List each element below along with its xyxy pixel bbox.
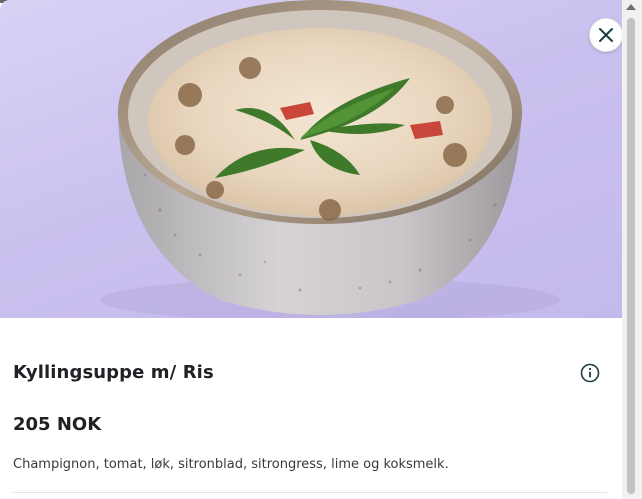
soup-bowl-photo <box>100 0 560 318</box>
close-icon <box>599 28 613 42</box>
item-price: 205 NOK <box>13 414 102 435</box>
scrollbar-thumb[interactable] <box>627 18 635 494</box>
close-button[interactable] <box>589 18 622 52</box>
divider <box>13 492 607 493</box>
item-title: Kyllingsuppe m/ Ris <box>13 362 214 383</box>
item-image <box>0 0 622 318</box>
info-icon <box>580 363 600 383</box>
info-button[interactable] <box>578 361 602 385</box>
item-description: Champignon, tomat, løk, sitronblad, sitr… <box>13 457 449 472</box>
scroll-up-arrow-icon[interactable] <box>626 4 636 10</box>
item-detail-modal: Kyllingsuppe m/ Ris 205 NOK Champignon, … <box>0 0 622 499</box>
